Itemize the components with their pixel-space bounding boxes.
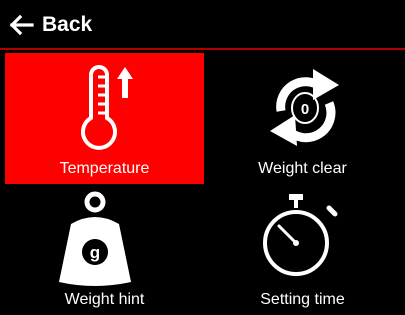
tile-setting-time[interactable]: Setting time (203, 184, 402, 315)
tile-weight-clear[interactable]: 0 Weight clear (203, 53, 402, 184)
weight-g-icon: g (5, 184, 204, 292)
tile-label-temperature: Temperature (59, 160, 150, 177)
svg-text:0: 0 (301, 101, 309, 118)
refresh-zero-icon: 0 (203, 53, 402, 161)
tile-label-weight-hint: Weight hint (64, 291, 145, 308)
weight-g-text: g (90, 243, 100, 262)
stopwatch-icon (203, 184, 402, 292)
tile-weight-hint[interactable]: g Weight hint (5, 184, 204, 315)
back-label: Back (42, 13, 93, 36)
back-button[interactable]: Back (8, 9, 92, 41)
top-bar: Back (0, 0, 405, 50)
tile-label-setting-time: Setting time (260, 291, 345, 308)
thermometer-up-icon (5, 53, 204, 161)
arrow-left-icon (8, 14, 34, 36)
tile-label-weight-clear: Weight clear (258, 160, 347, 177)
tile-temperature[interactable]: Temperature (5, 53, 204, 184)
